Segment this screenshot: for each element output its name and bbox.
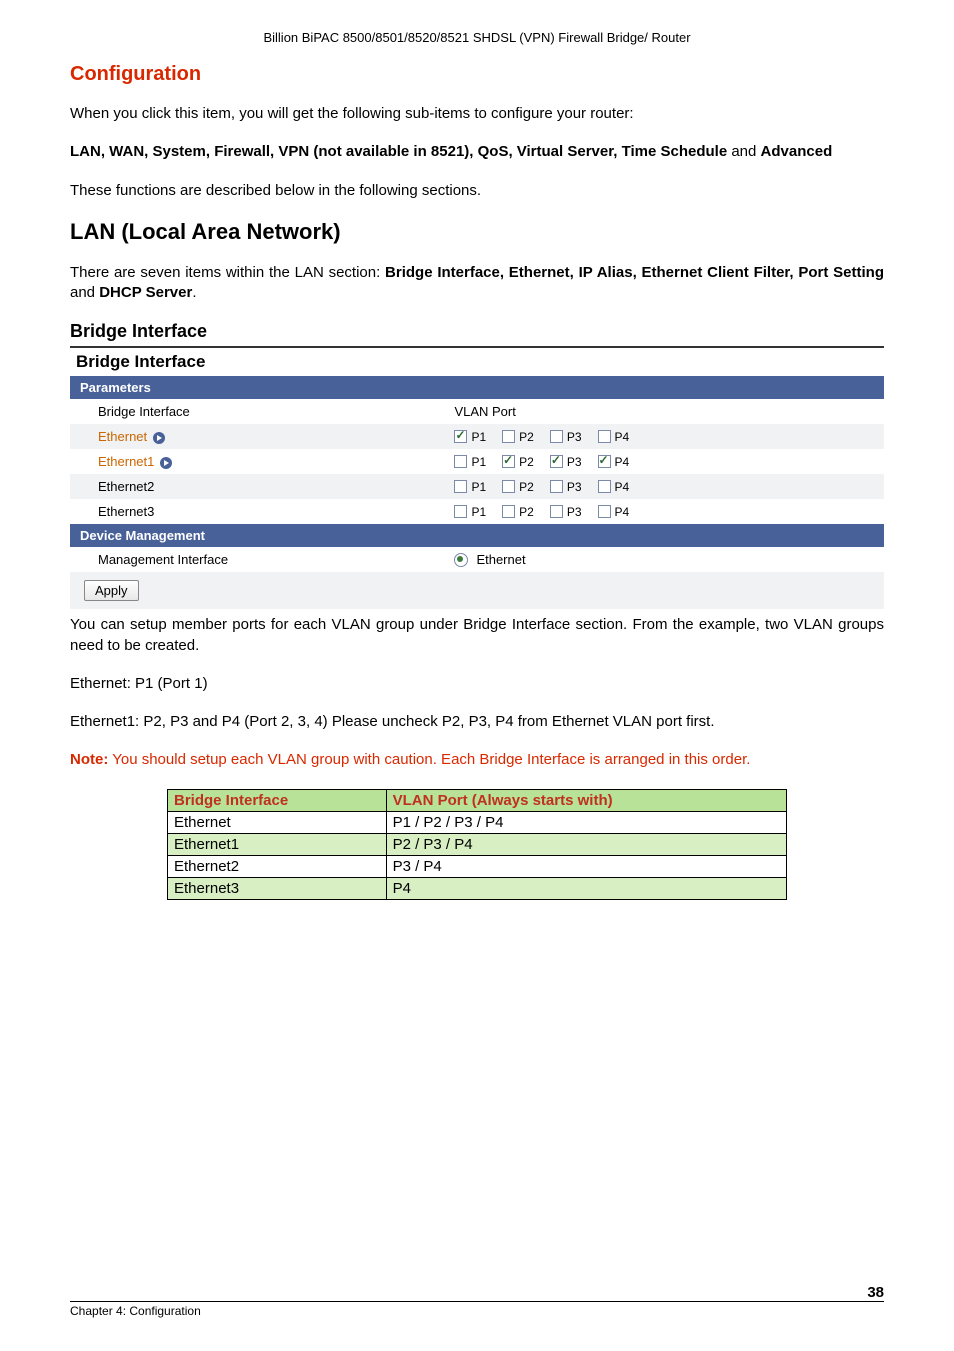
config-items-paragraph: LAN, WAN, System, Firewall, VPN (not ava… [70, 142, 884, 162]
config-items-and: and [727, 143, 760, 160]
order-table: Bridge Interface VLAN Port (Always start… [167, 789, 787, 900]
lan-heading: LAN (Local Area Network) [70, 219, 884, 245]
label-p4: P4 [615, 430, 630, 444]
label-p3: P3 [567, 430, 582, 444]
order-cell-vlan: P2 / P3 / P4 [386, 833, 786, 855]
label-p1: P1 [471, 455, 486, 469]
table-row: Ethernet3 P1 P2 P3 P4 [70, 499, 884, 524]
document-header: Billion BiPAC 8500/8501/8520/8521 SHDSL … [70, 30, 884, 45]
label-p1: P1 [471, 505, 486, 519]
label-p4: P4 [615, 480, 630, 494]
footer-page-number: 38 [867, 1284, 884, 1301]
ethernet2-label: Ethernet2 [98, 479, 154, 494]
config-followup-paragraph: These functions are described below in t… [70, 181, 884, 201]
order-cell-bridge: Ethernet2 [168, 855, 387, 877]
order-cell-vlan: P4 [386, 877, 786, 899]
table-row: Ethernet P1 P2 P3 P4 [70, 424, 884, 449]
table-row: Ethernet1 P1 P2 P3 P4 [70, 449, 884, 474]
label-p3: P3 [567, 505, 582, 519]
checkbox-p1[interactable] [454, 430, 467, 443]
order-th-vlan: VLAN Port (Always starts with) [386, 789, 786, 811]
checkbox-p4[interactable] [598, 480, 611, 493]
checkbox-p2[interactable] [502, 455, 515, 468]
checkbox-p4[interactable] [598, 455, 611, 468]
lan-intro-and: and [70, 284, 99, 301]
label-p2: P2 [519, 430, 534, 444]
table-header-row: Bridge Interface VLAN Port [70, 399, 884, 424]
ethernet-link[interactable]: Ethernet [98, 429, 147, 444]
lan-intro-bold: Bridge Interface, Ethernet, IP Alias, Et… [385, 264, 884, 281]
checkbox-p2[interactable] [502, 430, 515, 443]
config-items-last: Advanced [761, 143, 833, 160]
checkbox-p1[interactable] [454, 455, 467, 468]
checkbox-p4[interactable] [598, 430, 611, 443]
order-cell-bridge: Ethernet1 [168, 833, 387, 855]
order-row: Ethernet1 P2 / P3 / P4 [168, 833, 787, 855]
apply-button[interactable]: Apply [84, 580, 139, 601]
note-paragraph: Note: You should setup each VLAN group w… [70, 750, 884, 770]
checkbox-p1[interactable] [454, 480, 467, 493]
panel-title: Bridge Interface [70, 348, 884, 376]
checkbox-p1[interactable] [454, 505, 467, 518]
label-p4: P4 [615, 455, 630, 469]
ethernet3-label: Ethernet3 [98, 504, 154, 519]
apply-row: Apply [70, 572, 884, 609]
lan-intro-dot: . [192, 284, 196, 301]
parameters-subheader: Parameters [70, 376, 884, 399]
after-shot-p3: Ethernet1: P2, P3 and P4 (Port 2, 3, 4) … [70, 712, 884, 732]
config-items-list: LAN, WAN, System, Firewall, VPN (not ava… [70, 143, 727, 160]
note-label: Note: [70, 751, 108, 768]
lan-intro-pre: There are seven items within the LAN sec… [70, 264, 385, 281]
label-p2: P2 [519, 480, 534, 494]
order-cell-vlan: P3 / P4 [386, 855, 786, 877]
bridge-interface-heading: Bridge Interface [70, 321, 884, 342]
checkbox-p3[interactable] [550, 430, 563, 443]
order-cell-bridge: Ethernet [168, 811, 387, 833]
label-p2: P2 [519, 505, 534, 519]
order-cell-bridge: Ethernet3 [168, 877, 387, 899]
arrow-icon [153, 432, 165, 444]
checkbox-p3[interactable] [550, 455, 563, 468]
bridge-interface-panel: Bridge Interface Parameters Bridge Inter… [70, 346, 884, 609]
lan-intro-paragraph: There are seven items within the LAN sec… [70, 263, 884, 304]
order-row: Ethernet3 P4 [168, 877, 787, 899]
label-p2: P2 [519, 455, 534, 469]
col-bridge-interface: Bridge Interface [70, 399, 444, 424]
checkbox-p2[interactable] [502, 505, 515, 518]
col-vlan-port: VLAN Port [444, 399, 884, 424]
label-p3: P3 [567, 455, 582, 469]
config-intro-paragraph: When you click this item, you will get t… [70, 104, 884, 124]
management-interface-label: Management Interface [70, 547, 444, 572]
checkbox-p4[interactable] [598, 505, 611, 518]
label-p4: P4 [615, 505, 630, 519]
order-row: Ethernet2 P3 / P4 [168, 855, 787, 877]
order-row: Ethernet P1 / P2 / P3 / P4 [168, 811, 787, 833]
management-interface-row: Management Interface Ethernet [70, 547, 884, 572]
checkbox-p2[interactable] [502, 480, 515, 493]
radio-ethernet-label: Ethernet [476, 552, 525, 567]
label-p1: P1 [471, 480, 486, 494]
checkbox-p3[interactable] [550, 505, 563, 518]
note-text: You should setup each VLAN group with ca… [108, 751, 750, 768]
radio-ethernet[interactable] [454, 553, 468, 567]
footer-chapter: Chapter 4: Configuration [70, 1304, 201, 1321]
after-shot-p2: Ethernet: P1 (Port 1) [70, 674, 884, 694]
lan-intro-last: DHCP Server [99, 284, 192, 301]
label-p1: P1 [471, 430, 486, 444]
device-management-subheader: Device Management [70, 524, 884, 547]
ethernet1-link[interactable]: Ethernet1 [98, 454, 154, 469]
configuration-heading: Configuration [70, 63, 884, 86]
table-row: Ethernet2 P1 P2 P3 P4 [70, 474, 884, 499]
order-cell-vlan: P1 / P2 / P3 / P4 [386, 811, 786, 833]
arrow-icon [160, 457, 172, 469]
order-th-bridge: Bridge Interface [168, 789, 387, 811]
label-p3: P3 [567, 480, 582, 494]
checkbox-p3[interactable] [550, 480, 563, 493]
after-shot-p1: You can setup member ports for each VLAN… [70, 615, 884, 656]
